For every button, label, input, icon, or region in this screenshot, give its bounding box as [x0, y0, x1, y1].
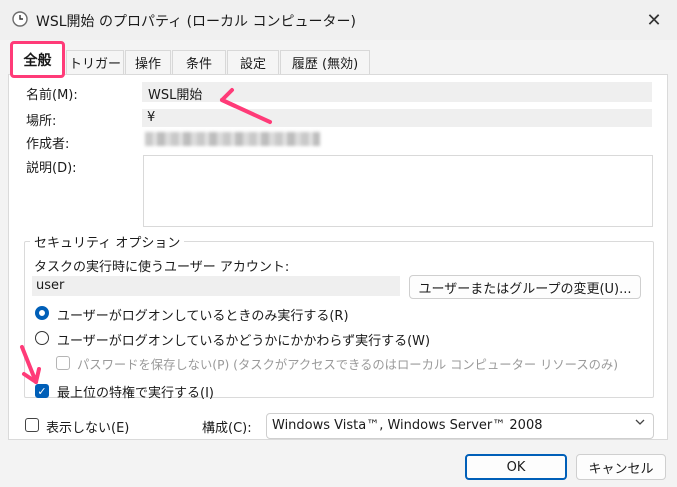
arrow-to-name-icon	[220, 88, 272, 124]
annotation-arrows	[20, 88, 272, 384]
arrow-to-privileges-icon	[20, 345, 41, 384]
